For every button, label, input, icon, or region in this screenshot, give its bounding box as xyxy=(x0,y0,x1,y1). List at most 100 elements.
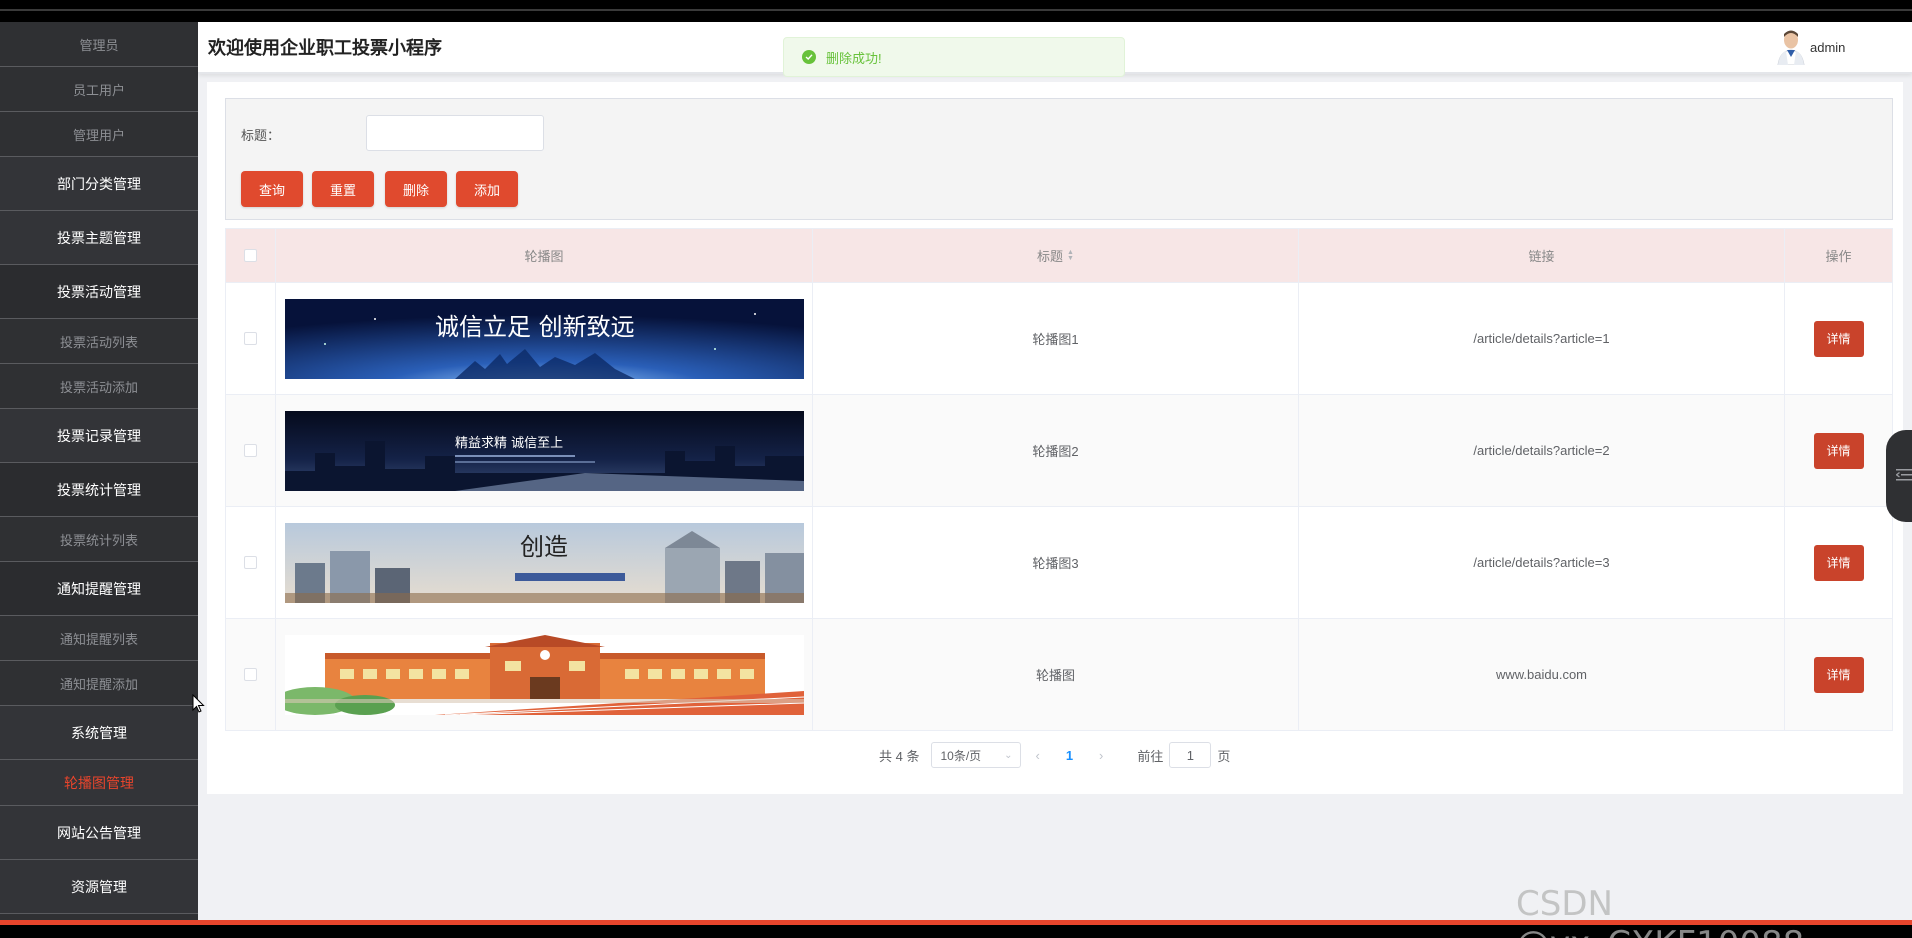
sidebar-item-label: 投票活动管理 xyxy=(57,283,141,300)
row-checkbox[interactable] xyxy=(244,444,257,457)
page-size-value: 10条/页 xyxy=(940,748,982,763)
row-checkbox[interactable] xyxy=(244,668,257,681)
table-row: 轮播图 www.baidu.com 详情 xyxy=(226,618,1892,730)
reset-button[interactable]: 重置 xyxy=(312,171,374,207)
sidebar-item-carousel[interactable]: 轮播图管理 xyxy=(0,760,198,806)
header-title[interactable]: 标题 ▲ ▼ xyxy=(813,229,1299,282)
pagination: 共 4 条 10条/页 ⌄ ‹ 1 › 前往 1 页 xyxy=(879,742,1230,768)
image-cell: 精益求精 诚信至上 xyxy=(276,395,813,506)
prev-page-icon[interactable]: ‹ xyxy=(1035,748,1039,763)
image-cell: 诚信立足 创新致远 xyxy=(276,283,813,394)
action-cell: 详情 xyxy=(1785,283,1892,394)
toast-message: 删除成功! xyxy=(826,50,882,66)
sidebar-item-manager-users[interactable]: 管理用户 xyxy=(0,112,198,157)
sidebar-item-notifications-add[interactable]: 通知提醒添加 xyxy=(0,661,198,706)
add-button[interactable]: 添加 xyxy=(456,171,518,207)
sidebar-item-label: 投票主题管理 xyxy=(57,229,141,246)
query-button[interactable]: 查询 xyxy=(241,171,303,207)
row-checkbox[interactable] xyxy=(244,556,257,569)
sidebar-item-vote-activity-add[interactable]: 投票活动添加 xyxy=(0,364,198,409)
sidebar-item-employee-users[interactable]: 员工用户 xyxy=(0,67,198,112)
sidebar-item-vote-activity[interactable]: 投票活动管理 xyxy=(0,265,198,319)
title-cell: 轮播图2 xyxy=(813,395,1299,506)
banner-text: 诚信立足 创新致远 xyxy=(435,313,635,341)
page-size-select[interactable]: 10条/页 ⌄ xyxy=(931,742,1022,768)
detail-button[interactable]: 详情 xyxy=(1813,320,1864,357)
avatar[interactable] xyxy=(1772,27,1810,65)
sidebar-item-label: 投票活动列表 xyxy=(59,334,138,350)
next-page-icon[interactable]: › xyxy=(1099,748,1103,763)
select-all-cell xyxy=(226,229,276,282)
sidebar-item-admin[interactable]: 管理员 xyxy=(0,22,198,67)
row-checkbox[interactable] xyxy=(244,332,257,345)
sidebar-item-label: 通知提醒管理 xyxy=(57,580,141,597)
banner-image xyxy=(284,634,804,715)
image-cell: 创造 xyxy=(276,507,813,618)
sidebar-item-vote-activity-list[interactable]: 投票活动列表 xyxy=(0,319,198,364)
title-search-label: 标题： xyxy=(241,128,281,143)
action-cell: 详情 xyxy=(1785,507,1892,618)
sidebar-item-label: 轮播图管理 xyxy=(64,774,134,791)
row-select-cell xyxy=(226,619,276,730)
search-panel: 标题： 查询 重置 删除 添加 xyxy=(225,98,1893,220)
sidebar-item-announcements[interactable]: 网站公告管理 xyxy=(0,806,198,860)
sidebar-item-vote-stats-list[interactable]: 投票统计列表 xyxy=(0,517,198,562)
title-cell: 轮播图 xyxy=(813,619,1299,730)
sidebar-item-vote-topic[interactable]: 投票主题管理 xyxy=(0,211,198,265)
table-row: 诚信立足 创新致远 轮播图1 /article/details?article=… xyxy=(226,282,1892,394)
link-cell: /article/details?article=2 xyxy=(1299,395,1785,506)
image-cell xyxy=(276,619,813,730)
action-cell: 详情 xyxy=(1785,619,1892,730)
sidebar-item-vote-records[interactable]: 投票记录管理 xyxy=(0,409,198,463)
action-cell: 详情 xyxy=(1785,395,1892,506)
header-title-label: 标题 xyxy=(1037,249,1064,264)
sidebar-item-notifications[interactable]: 通知提醒管理 xyxy=(0,562,198,616)
goto-label: 前往 xyxy=(1137,748,1164,764)
sidebar-item-label: 投票记录管理 xyxy=(57,427,141,444)
link-cell: /article/details?article=1 xyxy=(1299,283,1785,394)
total-count: 共 4 条 xyxy=(879,748,920,764)
page-number-current[interactable]: 1 xyxy=(1066,748,1073,763)
menu-collapse-icon xyxy=(1896,469,1912,481)
link-cell: www.baidu.com xyxy=(1299,619,1785,730)
select-all-checkbox[interactable] xyxy=(244,249,257,262)
sidebar-item-label: 网站公告管理 xyxy=(57,824,141,841)
sidebar-item-notifications-list[interactable]: 通知提醒列表 xyxy=(0,616,198,661)
sidebar-item-label: 系统管理 xyxy=(71,724,127,741)
mouse-cursor-icon xyxy=(192,694,205,713)
watermark-text: CSDN @vx_CXKF10088 xyxy=(1516,884,1804,938)
banner-text: 创造 xyxy=(520,533,568,561)
check-circle-icon xyxy=(802,50,816,64)
title-cell: 轮播图3 xyxy=(813,507,1299,618)
sidebar-item-label: 管理员 xyxy=(79,37,119,53)
floating-side-tab[interactable] xyxy=(1886,430,1912,522)
sidebar-item-label: 通知提醒添加 xyxy=(59,676,138,692)
detail-button[interactable]: 详情 xyxy=(1813,432,1864,469)
banner-image: 精益求精 诚信至上 xyxy=(284,410,804,491)
delete-button[interactable]: 删除 xyxy=(385,171,447,207)
header-action: 操作 xyxy=(1825,249,1852,264)
page-suffix-label: 页 xyxy=(1217,748,1231,764)
detail-button[interactable]: 详情 xyxy=(1813,656,1864,693)
sidebar-item-department[interactable]: 部门分类管理 xyxy=(0,157,198,211)
goto-page-input[interactable]: 1 xyxy=(1169,742,1212,768)
sort-icon[interactable]: ▲ ▼ xyxy=(1067,249,1074,262)
carousel-table: 轮播图 标题 ▲ ▼ 链接 操作 诚信立足 创新致远 轮播图1 /article… xyxy=(225,228,1893,731)
row-select-cell xyxy=(226,507,276,618)
sidebar-item-system[interactable]: 系统管理 xyxy=(0,706,198,760)
header-link: 链接 xyxy=(1299,229,1785,282)
sidebar-item-vote-stats[interactable]: 投票统计管理 xyxy=(0,463,198,517)
title-search-input[interactable] xyxy=(366,115,544,151)
sidebar-item-label: 员工用户 xyxy=(72,82,125,98)
sidebar-item-resources[interactable]: 资源管理 xyxy=(0,860,198,914)
banner-image: 创造 xyxy=(284,522,804,603)
title-cell: 轮播图1 xyxy=(813,283,1299,394)
detail-button[interactable]: 详情 xyxy=(1813,544,1864,581)
sidebar-item-label: 部门分类管理 xyxy=(57,175,141,192)
sidebar-item-label: 资源管理 xyxy=(71,878,127,895)
username[interactable]: admin xyxy=(1810,40,1845,55)
header-image: 轮播图 xyxy=(276,229,813,282)
table-row: 创造 轮播图3 /article/details?article=3 详情 xyxy=(226,506,1892,618)
top-black-bar xyxy=(0,0,1912,22)
link-cell: /article/details?article=3 xyxy=(1299,507,1785,618)
